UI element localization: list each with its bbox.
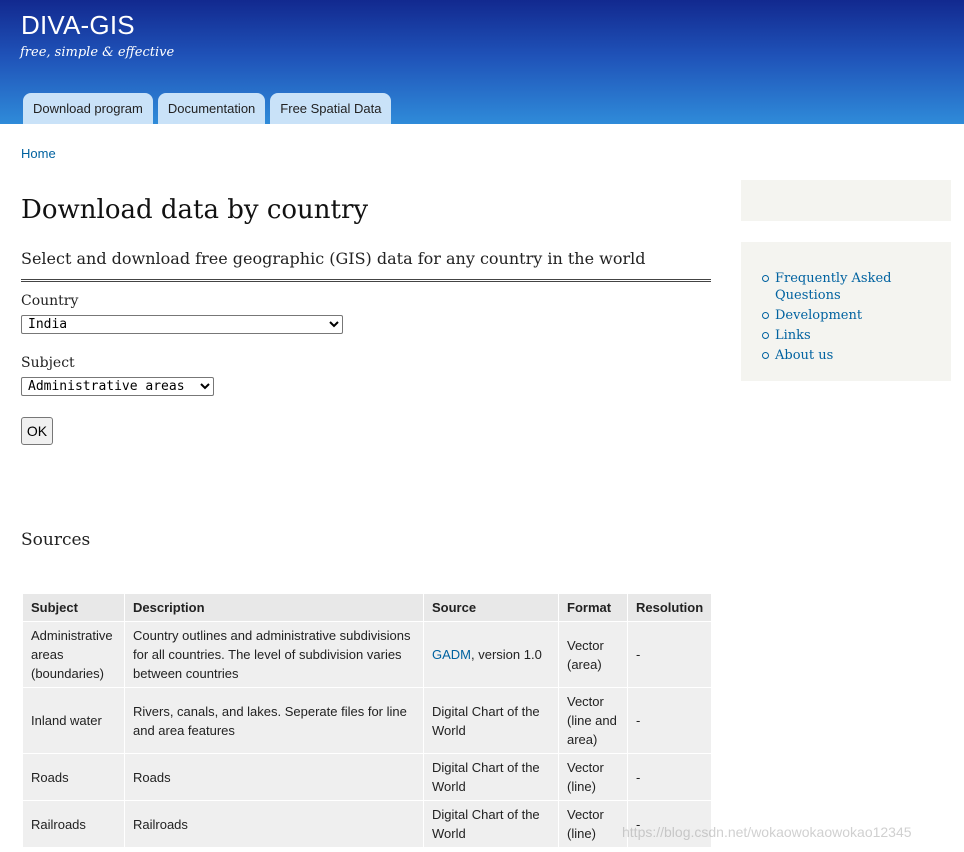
sidebar-link-faq[interactable]: Frequently Asked Questions [762, 270, 915, 304]
watermark: https://blog.csdn.net/wokaowokaowokao123… [622, 824, 912, 840]
cell-description: Rivers, canals, and lakes. Seperate file… [124, 687, 424, 754]
sources-heading: Sources [21, 530, 91, 550]
cell-source: Digital Chart of the World [423, 687, 559, 754]
cell-subject: Inland water [22, 687, 125, 754]
cell-format: Vector (line) [558, 800, 628, 848]
table-header-row: Subject Description Source Format Resolu… [22, 593, 712, 622]
cell-source: GADM, version 1.0 [423, 621, 559, 688]
sidebar-empty-block [741, 180, 951, 221]
site-slogan: free, simple & effective [20, 45, 175, 60]
primary-tabs: Download program Documentation Free Spat… [23, 93, 392, 124]
table-row: Administrative areas (boundaries) Countr… [22, 621, 712, 688]
page-title: Download data by country [21, 195, 369, 225]
site-header: DIVA-GIS free, simple & effective Downlo… [0, 0, 964, 124]
subject-select[interactable]: Administrative areas [21, 377, 214, 396]
gadm-link[interactable]: GADM [432, 647, 471, 662]
country-label: Country [21, 293, 79, 309]
subject-label: Subject [21, 355, 75, 371]
site-name[interactable]: DIVA-GIS [21, 10, 135, 41]
breadcrumb: Home [21, 146, 56, 161]
sidebar-nav-block: Frequently Asked Questions Development L… [741, 242, 951, 381]
cell-resolution: - [627, 621, 712, 688]
sidebar-link-about-us[interactable]: About us [762, 347, 915, 364]
cell-subject: Roads [22, 753, 125, 801]
cell-source: Digital Chart of the World [423, 800, 559, 848]
cell-subject: Railroads [22, 800, 125, 848]
table-row: Railroads Railroads Digital Chart of the… [22, 800, 712, 848]
cell-subject: Administrative areas (boundaries) [22, 621, 125, 688]
cell-format: Vector (line and area) [558, 687, 628, 754]
tab-free-spatial-data[interactable]: Free Spatial Data [270, 93, 392, 124]
cell-source: Digital Chart of the World [423, 753, 559, 801]
cell-resolution: - [627, 753, 712, 801]
breadcrumb-home-link[interactable]: Home [21, 146, 56, 161]
column-header-source: Source [423, 593, 559, 622]
column-header-format: Format [558, 593, 628, 622]
sidebar-link-list: Frequently Asked Questions Development L… [741, 242, 951, 364]
cell-resolution: - [627, 687, 712, 754]
cell-description: Roads [124, 753, 424, 801]
ok-button[interactable]: OK [21, 417, 53, 445]
table-row: Inland water Rivers, canals, and lakes. … [22, 687, 712, 754]
tab-download-program[interactable]: Download program [23, 93, 153, 124]
cell-description: Country outlines and administrative subd… [124, 621, 424, 688]
tab-documentation[interactable]: Documentation [157, 93, 266, 124]
sidebar-link-development[interactable]: Development [762, 307, 915, 324]
sources-table: Subject Description Source Format Resolu… [22, 593, 712, 848]
column-header-description: Description [124, 593, 424, 622]
sidebar-link-links[interactable]: Links [762, 327, 915, 344]
page-subtitle: Select and download free geographic (GIS… [21, 249, 711, 282]
column-header-subject: Subject [22, 593, 125, 622]
cell-source-text: , version 1.0 [471, 647, 542, 662]
column-header-resolution: Resolution [627, 593, 712, 622]
cell-description: Railroads [124, 800, 424, 848]
country-select[interactable]: India [21, 315, 343, 334]
cell-format: Vector (area) [558, 621, 628, 688]
table-row: Roads Roads Digital Chart of the World V… [22, 753, 712, 801]
cell-format: Vector (line) [558, 753, 628, 801]
